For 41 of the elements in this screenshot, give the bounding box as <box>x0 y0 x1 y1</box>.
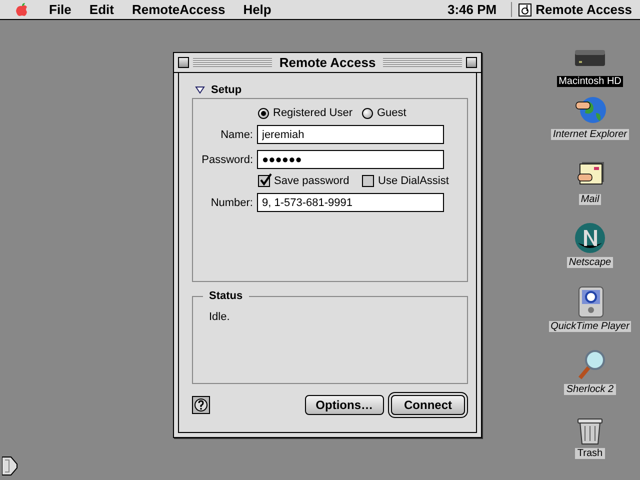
application-menu[interactable]: Remote Access <box>512 2 640 17</box>
disclosure-triangle-icon[interactable] <box>195 86 205 94</box>
help-button[interactable] <box>192 396 210 414</box>
field-label: Number: <box>210 196 253 208</box>
desktop-icon-label[interactable]: Trash <box>575 448 605 459</box>
group-title: Status <box>203 290 249 302</box>
application-icon <box>518 2 532 16</box>
collapse-box[interactable] <box>466 57 478 68</box>
radio-label[interactable]: Guest <box>377 107 406 119</box>
menu-item[interactable]: File <box>40 2 80 17</box>
field-label: Password: <box>200 154 253 166</box>
window-title: Remote Access <box>278 55 377 70</box>
desktop-icon-label[interactable]: Internet Explorer <box>551 129 629 140</box>
section-label: Setup <box>211 84 242 96</box>
drawer-tab-icon[interactable] <box>2 455 18 477</box>
checkbox-label[interactable]: Use DialAssist <box>378 175 449 187</box>
field-label: Name: <box>220 128 253 140</box>
name-field[interactable]: jeremiah <box>257 125 444 144</box>
number-field[interactable]: 9, 1-573-681-9991 <box>257 193 444 212</box>
push-button[interactable]: Options… <box>304 395 384 415</box>
radio-button[interactable] <box>258 108 269 118</box>
password-field[interactable]: ●●●●●● <box>257 150 444 169</box>
desktop-icon-label[interactable]: Netscape <box>566 257 614 268</box>
menu-item[interactable]: RemoteAccess <box>122 2 234 17</box>
menu-item[interactable]: Edit <box>80 2 123 17</box>
radio-label[interactable]: Registered User <box>273 107 352 119</box>
checkbox[interactable] <box>258 175 270 187</box>
menu-clock[interactable]: 3:46 PM <box>448 2 512 17</box>
apple-icon[interactable] <box>14 2 30 18</box>
status-text: Idle. <box>209 311 230 323</box>
close-box[interactable] <box>178 57 189 68</box>
desktop-icon-label[interactable]: Macintosh HD <box>556 76 624 87</box>
desktop-icon-label[interactable]: QuickTime Player <box>548 321 632 332</box>
netscape-icon[interactable] <box>572 221 608 255</box>
default-button[interactable]: Connect <box>391 395 465 415</box>
desktop-icon-label[interactable]: Mail <box>578 194 602 205</box>
menu-item[interactable]: Help <box>234 2 280 17</box>
desktop-icon-label[interactable]: Sherlock 2 <box>564 384 616 395</box>
checkbox-label[interactable]: Save password <box>274 175 350 187</box>
radio-button[interactable] <box>362 108 373 118</box>
checkbox[interactable] <box>362 175 374 187</box>
